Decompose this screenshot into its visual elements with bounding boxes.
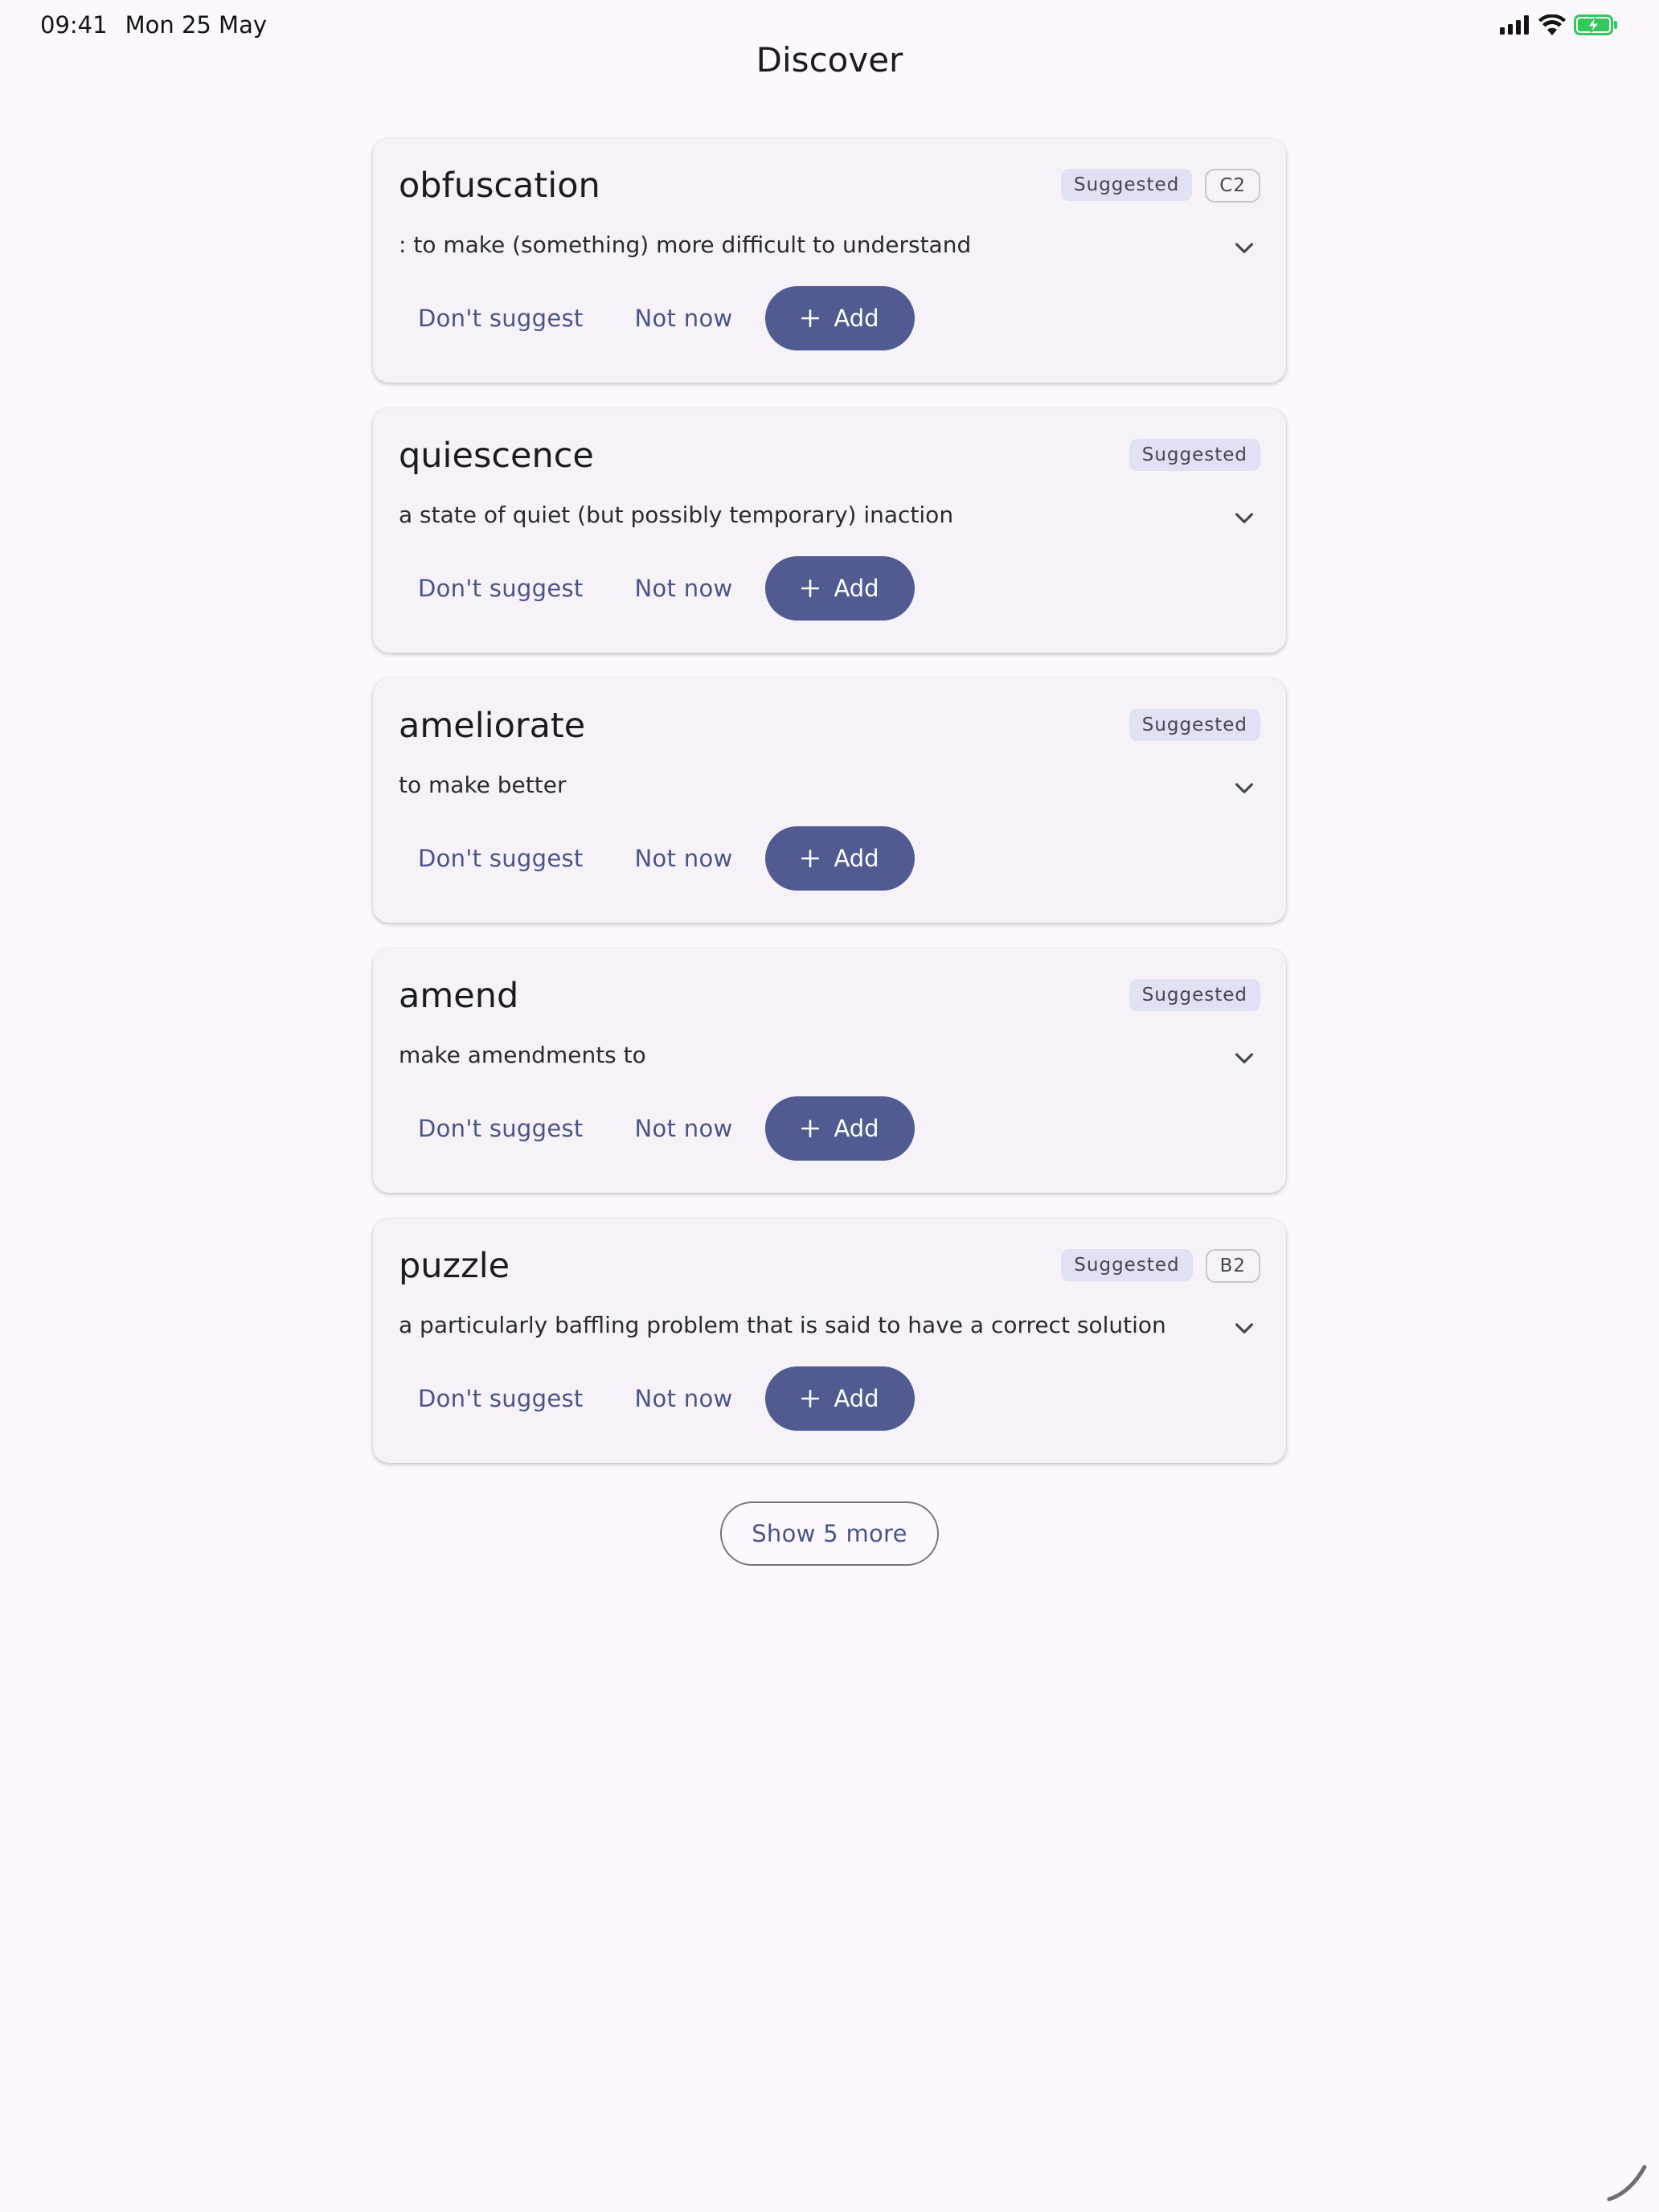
show-more-button[interactable]: Show 5 more — [720, 1501, 939, 1566]
chevron-down-icon[interactable] — [1231, 505, 1257, 530]
status-icons — [1500, 14, 1619, 35]
status-date: Mon 25 May — [125, 11, 268, 39]
word-card: puzzle Suggested B2 a particularly baffl… — [373, 1219, 1286, 1463]
not-now-button[interactable]: Not now — [616, 1366, 752, 1431]
discover-screen: 09:41 Mon 25 May Discover obfuscation Su… — [0, 0, 1659, 2212]
plus-icon — [801, 579, 820, 598]
suggested-badge: Suggested — [1129, 709, 1260, 741]
battery-charging-icon — [1574, 14, 1617, 35]
dont-suggest-button[interactable]: Don't suggest — [399, 556, 603, 621]
card-actions: Don't suggest Not now Add — [399, 286, 915, 350]
plus-icon — [801, 849, 820, 868]
word-definition: to make better — [399, 772, 567, 798]
card-badges: Suggested C2 — [1061, 169, 1260, 203]
word-card: quiescence Suggested a state of quiet (b… — [373, 408, 1286, 653]
word-title: ameliorate — [399, 706, 586, 746]
chevron-down-icon[interactable] — [1231, 775, 1257, 801]
not-now-button[interactable]: Not now — [616, 556, 752, 621]
dont-suggest-button[interactable]: Don't suggest — [399, 286, 603, 350]
level-badge: B2 — [1205, 1249, 1260, 1283]
not-now-button[interactable]: Not now — [616, 826, 752, 891]
word-definition: make amendments to — [399, 1042, 646, 1068]
card-badges: Suggested B2 — [1061, 1249, 1260, 1283]
suggested-badge: Suggested — [1061, 169, 1193, 201]
page-title: Discover — [756, 40, 903, 80]
add-button-label: Add — [834, 575, 879, 602]
add-button[interactable]: Add — [764, 556, 915, 621]
dont-suggest-button[interactable]: Don't suggest — [399, 826, 603, 891]
add-button-label: Add — [834, 305, 879, 332]
add-button[interactable]: Add — [764, 1096, 915, 1161]
word-card: obfuscation Suggested C2 : to make (some… — [373, 138, 1286, 383]
suggested-badge: Suggested — [1129, 979, 1260, 1011]
word-title: amend — [399, 976, 519, 1016]
add-button-label: Add — [834, 1385, 879, 1412]
not-now-button[interactable]: Not now — [616, 1096, 752, 1161]
chevron-down-icon[interactable] — [1231, 1315, 1257, 1341]
level-badge: C2 — [1205, 169, 1260, 203]
scroll-corner-icon — [1607, 2165, 1647, 2202]
word-title: quiescence — [399, 436, 594, 476]
suggested-badge: Suggested — [1061, 1249, 1193, 1281]
status-time: 09:41 Mon 25 May — [40, 11, 267, 39]
word-title: puzzle — [399, 1246, 510, 1286]
chevron-down-icon[interactable] — [1231, 1045, 1257, 1071]
word-definition: a particularly baffling problem that is … — [399, 1312, 1166, 1338]
not-now-button[interactable]: Not now — [616, 286, 752, 350]
card-actions: Don't suggest Not now Add — [399, 826, 915, 891]
plus-icon — [801, 309, 820, 328]
plus-icon — [801, 1389, 820, 1408]
card-actions: Don't suggest Not now Add — [399, 1096, 915, 1161]
cellular-signal-icon — [1500, 15, 1529, 35]
add-button[interactable]: Add — [764, 1366, 915, 1431]
word-definition: : to make (something) more difficult to … — [399, 231, 972, 258]
word-definition: a state of quiet (but possibly temporary… — [399, 502, 954, 528]
word-card: ameliorate Suggested to make better Don'… — [373, 678, 1286, 923]
card-badges: Suggested — [1129, 979, 1260, 1011]
wifi-icon — [1538, 14, 1566, 35]
chevron-down-icon[interactable] — [1231, 235, 1257, 260]
card-actions: Don't suggest Not now Add — [399, 556, 915, 621]
word-card: amend Suggested make amendments to Don't… — [373, 948, 1286, 1193]
add-button[interactable]: Add — [764, 826, 915, 891]
add-button-label: Add — [834, 1115, 879, 1142]
suggestion-list: obfuscation Suggested C2 : to make (some… — [373, 138, 1286, 1489]
status-clock: 09:41 — [40, 11, 108, 39]
add-button-label: Add — [834, 845, 879, 872]
card-badges: Suggested — [1129, 709, 1260, 741]
add-button[interactable]: Add — [764, 286, 915, 350]
word-title: obfuscation — [399, 166, 600, 206]
plus-icon — [801, 1119, 820, 1138]
card-actions: Don't suggest Not now Add — [399, 1366, 915, 1431]
suggested-badge: Suggested — [1129, 439, 1260, 471]
dont-suggest-button[interactable]: Don't suggest — [399, 1096, 603, 1161]
card-badges: Suggested — [1129, 439, 1260, 471]
dont-suggest-button[interactable]: Don't suggest — [399, 1366, 603, 1431]
